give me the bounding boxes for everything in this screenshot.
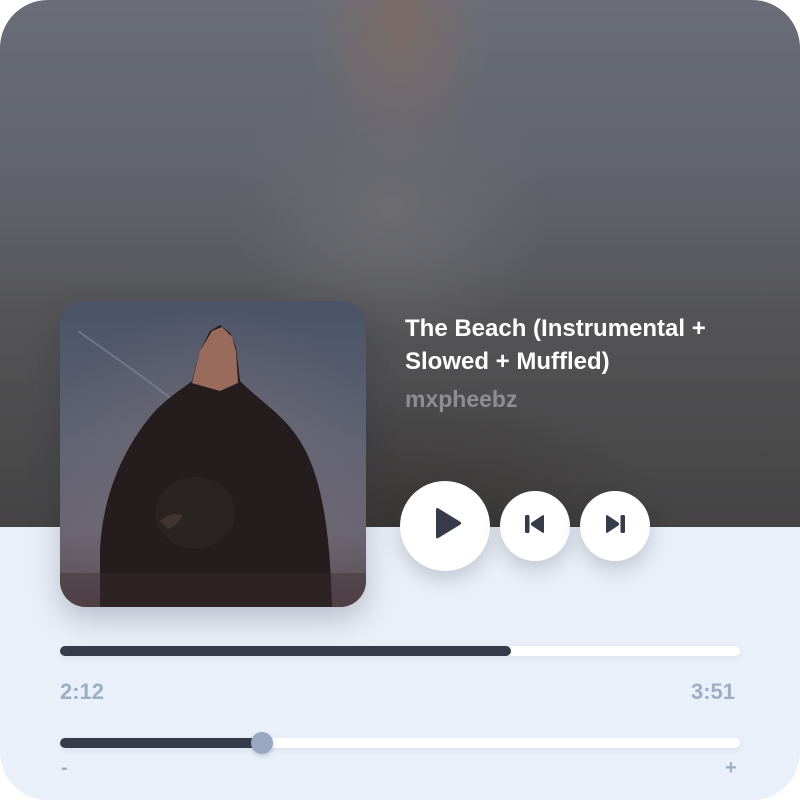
volume-slider-handle[interactable] xyxy=(250,732,273,754)
skip-next-icon xyxy=(602,511,628,541)
track-title: The Beach (Instrumental + Slowed + Muffl… xyxy=(405,315,706,375)
progress-fill xyxy=(60,646,511,656)
skip-previous-icon xyxy=(522,511,548,541)
previous-track-button[interactable] xyxy=(500,491,570,561)
artist-name[interactable]: mxpheebz xyxy=(405,384,517,414)
music-player-card: The Beach (Instrumental + Slowed + Muffl… xyxy=(0,0,800,800)
play-button[interactable] xyxy=(400,481,490,571)
elapsed-time: 2:12 xyxy=(60,679,105,704)
play-icon xyxy=(425,504,465,548)
total-duration: 3:51 xyxy=(690,679,735,704)
progress-bar[interactable] xyxy=(60,646,740,656)
volume-slider[interactable] xyxy=(60,732,740,754)
volume-up-button[interactable]: + xyxy=(725,757,737,779)
volume-fill xyxy=(60,738,262,748)
next-track-button[interactable] xyxy=(580,491,650,561)
album-cover xyxy=(60,301,366,607)
volume-down-button[interactable]: - xyxy=(61,757,68,779)
